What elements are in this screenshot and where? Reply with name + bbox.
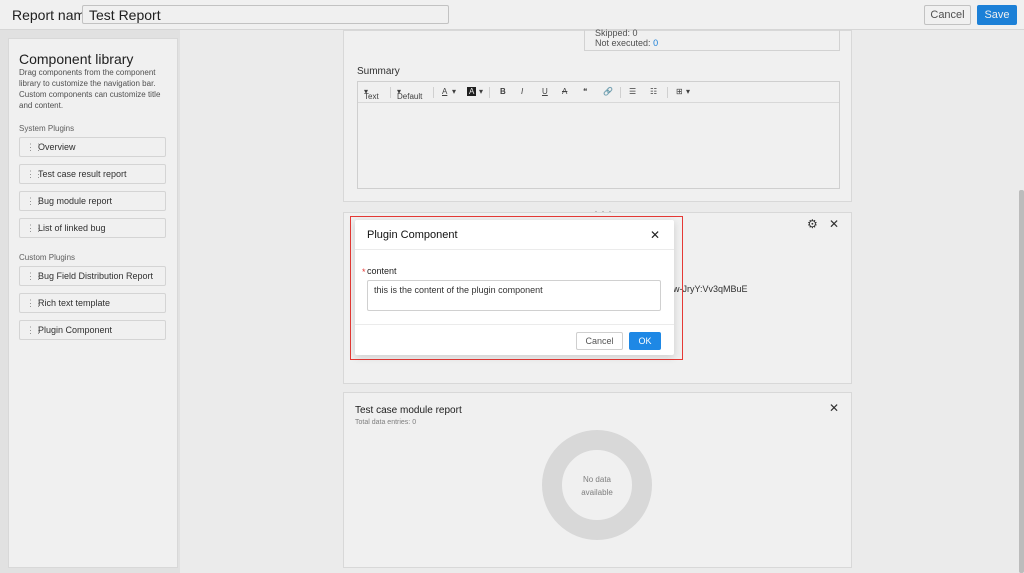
dialog-cancel-button[interactable]: Cancel	[576, 332, 623, 350]
content-field-label: content	[367, 266, 397, 276]
dialog-ok-button[interactable]: OK	[629, 332, 661, 350]
dialog-footer: Cancel OK	[355, 324, 674, 355]
dialog-title: Plugin Component	[367, 229, 458, 241]
dialog-header: Plugin Component ✕	[355, 220, 674, 250]
required-marker: *	[362, 267, 366, 277]
content-textarea[interactable]: this is the content of the plugin compon…	[367, 280, 661, 311]
plugin-component-dialog: Plugin Component ✕ * content this is the…	[355, 220, 674, 355]
close-icon[interactable]: ✕	[650, 228, 660, 242]
